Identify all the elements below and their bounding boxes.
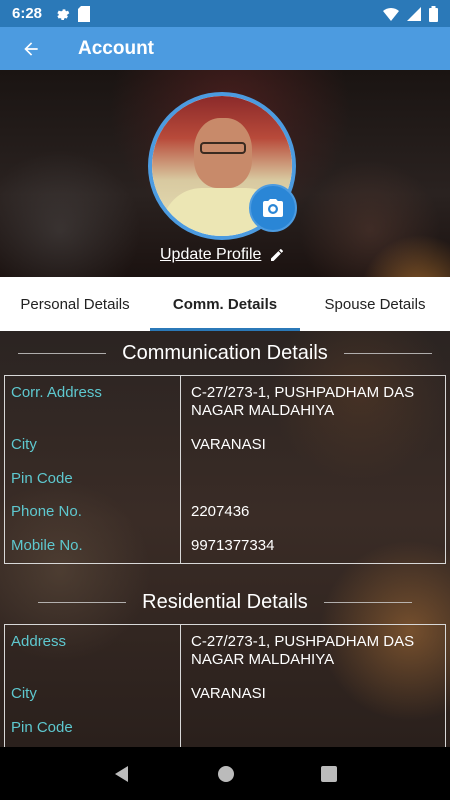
update-profile-label: Update Profile [160,246,262,263]
tab-personal-details[interactable]: Personal Details [0,277,150,331]
communication-section-heading: Communication Details [0,331,450,375]
row-value: C-27/273-1, PUSHPADHAM DAS NAGAR MALDAHI… [191,384,415,419]
table-row: Corr. Address C-27/273-1, PUSHPADHAM DAS… [5,376,445,428]
table-row: Mobile No. 9971377334 [5,529,445,563]
row-value: 2207436 [191,503,250,520]
row-value: 9971377334 [191,537,275,554]
table-row: Pin Code [5,462,445,495]
communication-heading-text: Communication Details [122,341,328,364]
details-content[interactable]: Communication Details Corr. Address C-27… [0,331,450,747]
row-label: Address [5,625,181,677]
pencil-icon [271,249,284,261]
status-bar: 6:28 [0,0,450,27]
nav-back-icon[interactable] [113,765,131,783]
arrow-left-icon [24,41,38,56]
row-value: VARANASI [191,685,266,702]
residential-section-heading: Residential Details [0,580,450,624]
tab-comm-details[interactable]: Comm. Details [150,277,300,331]
back-button[interactable] [0,27,62,70]
status-time: 6:28 [12,5,43,22]
table-row: City VARANASI [5,677,445,711]
row-label: Phone No. [5,495,181,529]
table-row: Address C-27/273-1, PUSHPADHAM DAS NAGAR… [5,625,445,677]
row-label: City [5,677,181,711]
communication-table: Corr. Address C-27/273-1, PUSHPADHAM DAS… [4,375,446,564]
row-value: C-27/273-1, PUSHPADHAM DAS NAGAR MALDAHI… [191,633,415,668]
tab-bar: Personal Details Comm. Details Spouse De… [0,277,450,331]
system-nav-bar [0,747,450,800]
table-row: Phone No. 2207436 [5,495,445,529]
profile-header: Update Profile [0,70,450,277]
battery-icon [429,5,438,22]
row-label: Corr. Address [5,376,181,428]
residential-heading-text: Residential Details [142,590,308,613]
app-bar: Account [0,27,450,70]
wifi-icon [383,7,399,21]
row-value [181,711,445,744]
table-row: City VARANASI [5,428,445,462]
row-label: Pin Code [5,711,181,744]
change-photo-button[interactable] [249,184,297,232]
row-label: Pin Code [5,462,181,495]
row-value [181,462,445,495]
settings-gear-icon [57,8,70,20]
signal-icon [407,6,421,21]
page-title: Account [78,37,154,59]
table-row: Pin Code [5,711,445,744]
camera-icon [263,199,283,217]
row-value: VARANASI [191,436,266,453]
row-label: Mobile No. [5,529,181,563]
nav-recents-icon[interactable] [321,765,337,782]
update-profile-link[interactable]: Update Profile [160,246,285,264]
tab-spouse-details[interactable]: Spouse Details [300,277,450,331]
sd-card-icon [78,5,91,22]
row-label: City [5,428,181,462]
nav-home-icon[interactable] [217,765,235,783]
residential-table: Address C-27/273-1, PUSHPADHAM DAS NAGAR… [4,624,446,747]
